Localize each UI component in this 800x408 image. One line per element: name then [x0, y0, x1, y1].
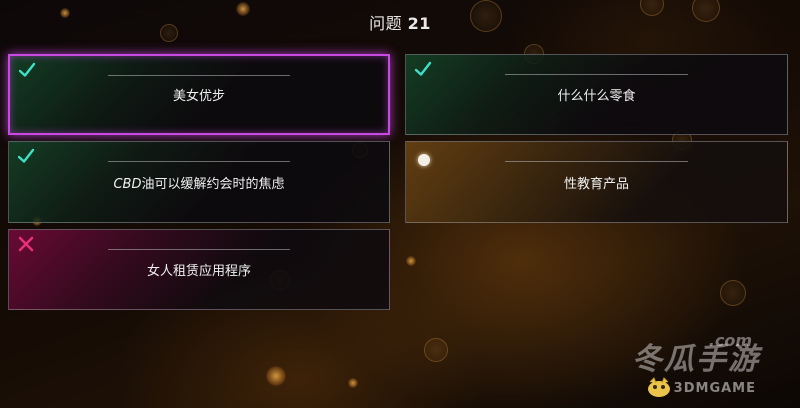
answer-label: 美女优步: [172, 89, 225, 104]
question-title-prefix: 问题: [369, 14, 403, 33]
question-title: 问题 21: [0, 10, 800, 34]
answer-option-2[interactable]: 什么什么零食: [405, 54, 788, 135]
watermark: .com 冬瓜手游 3DMGAME: [612, 331, 782, 402]
question-number: 21: [407, 14, 431, 33]
bokeh-light: [424, 338, 448, 362]
answer-label: 女人租赁应用程序: [146, 264, 251, 279]
answer-label: CBD油可以缓解约会时的焦虑: [113, 176, 285, 192]
answer-option-3[interactable]: CBD油可以缓解约会时的焦虑: [8, 141, 390, 223]
bokeh-light: [720, 280, 746, 306]
answer-label: 性教育产品: [563, 176, 629, 192]
answer-label: 什么什么零食: [557, 89, 636, 104]
bokeh-light: [266, 366, 286, 386]
watermark-brand-cn: 冬瓜手游: [632, 342, 760, 377]
mascot-logo-icon: [648, 377, 670, 397]
bokeh-light: [406, 256, 416, 266]
bokeh-light: [348, 378, 358, 388]
game-screen: 问题 21 美女优步 什么什么零食 CBD油可以缓解约会时的焦虑 性教育产品 女…: [0, 0, 800, 408]
answer-option-4[interactable]: 性教育产品: [405, 141, 788, 223]
watermark-brand-en: 3DMGAME: [673, 381, 756, 396]
answer-option-1[interactable]: 美女优步: [8, 54, 390, 135]
answer-option-5[interactable]: 女人租赁应用程序: [8, 229, 390, 310]
